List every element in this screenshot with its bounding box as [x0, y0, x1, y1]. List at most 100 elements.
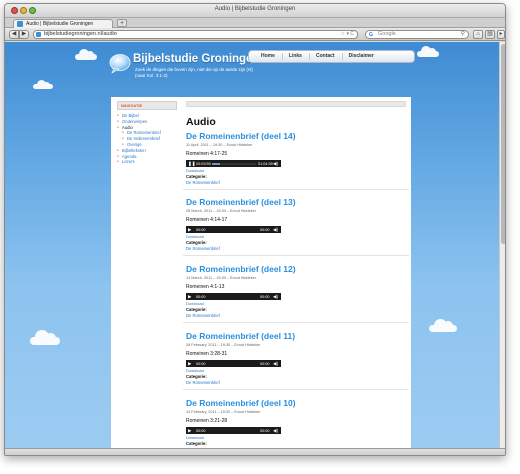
title-bar: Audio | Bijbelstudie Groningen: [5, 4, 505, 18]
google-icon: G: [369, 32, 373, 38]
post-meta: 28 March, 2011 – 19:30 – Evout Hiddeker: [186, 209, 257, 213]
volume-icon[interactable]: ◀): [273, 428, 278, 434]
category-link[interactable]: De Romeinenbrief: [186, 380, 406, 385]
post-bible-reference: Romeinen 3:21-28: [186, 418, 228, 424]
top-navigation: Home Links Contact Disclaimer: [248, 50, 415, 63]
cloud-decoration: [30, 330, 60, 345]
player-progress-bar[interactable]: [212, 162, 256, 165]
download-link[interactable]: Download: [186, 168, 406, 173]
site-tagline: Zoek de dingen die boven zijn, niet die …: [135, 67, 253, 78]
player-duration: 00:00: [260, 428, 270, 433]
topnav-disclaimer[interactable]: Disclaimer: [343, 53, 381, 60]
post-meta: 14 March, 2011 – 19:30 – Evout Hiddeker: [186, 276, 257, 280]
category-link[interactable]: De Romeinenbrief: [186, 313, 406, 318]
tab-bar: Audio | Bijbelstudie Groningen +: [5, 18, 505, 28]
category-link[interactable]: De Romeinenbrief: [186, 180, 406, 185]
post-meta: 14 February, 2011 – 19:30 – Evout Hiddek…: [186, 410, 261, 414]
category-label: Categorie:: [186, 240, 207, 245]
sidebar-item-lezers[interactable]: Lezers: [117, 159, 177, 165]
topnav-home[interactable]: Home: [255, 53, 283, 60]
bookmarks-icon[interactable]: ▤: [485, 30, 495, 39]
player-duration: 00:00: [260, 227, 270, 232]
download-link[interactable]: Download: [186, 368, 406, 373]
audio-post: De Romeinenbrief (deel 14) 11 April, 201…: [186, 131, 406, 185]
post-title[interactable]: De Romeinenbrief (deel 13): [186, 197, 406, 207]
player-current-time: 00:00: [196, 428, 206, 433]
sidebar-heading: NAVIGATIE: [121, 103, 143, 108]
sidebar: NAVIGATIE De Bijbel Onderwerpen Audio De…: [117, 101, 177, 165]
player-current-time: 00:00: [196, 227, 206, 232]
address-bar-url: bijbelstudiegroningen.nl/audio: [44, 31, 117, 37]
audio-post: De Romeinenbrief (deel 10) 14 February, …: [186, 398, 406, 446]
site-title[interactable]: Bijbelstudie Groningen: [133, 53, 260, 65]
page-content-panel: NAVIGATIE De Bijbel Onderwerpen Audio De…: [111, 97, 411, 448]
audio-player: ▶ 00:00 00:00 ◀): [186, 427, 281, 434]
category-link[interactable]: De Romeinenbrief: [186, 246, 406, 251]
post-title[interactable]: De Romeinenbrief (deel 11): [186, 331, 406, 341]
back-button[interactable]: ◀: [9, 30, 19, 39]
category-label: Categorie:: [186, 307, 207, 312]
new-tab-button[interactable]: +: [117, 19, 127, 27]
status-bar: [5, 448, 505, 455]
post-divider: [183, 189, 409, 190]
post-meta: 11 April, 2011 – 19:30 – Evout Hiddeker: [186, 143, 253, 147]
post-bible-reference: Romeinen 4:14-17: [186, 217, 228, 223]
topnav-links[interactable]: Links: [283, 53, 310, 60]
player-current-time: 00:03:59: [196, 161, 211, 166]
main-content: Audio De Romeinenbrief (deel 14) 11 Apri…: [183, 101, 409, 446]
address-bar[interactable]: bijbelstudiegroningen.nl/audio ☆ ▾ C: [33, 30, 358, 39]
download-link[interactable]: Download: [186, 234, 406, 239]
player-duration: 01:04:39: [258, 161, 273, 166]
favicon-icon: [17, 21, 23, 27]
volume-icon[interactable]: ◀): [273, 361, 278, 367]
page-title: Audio: [186, 116, 216, 128]
cloud-decoration: [429, 319, 457, 332]
browser-toolbar: ◀ ▶ bijbelstudiegroningen.nl/audio ☆ ▾ C…: [5, 28, 505, 41]
audio-post: De Romeinenbrief (deel 12) 14 March, 201…: [186, 264, 406, 318]
play-icon[interactable]: ▶: [188, 227, 191, 232]
pause-icon[interactable]: ❚❚: [188, 161, 196, 166]
sidebar-heading-box: NAVIGATIE: [117, 101, 177, 110]
post-title[interactable]: De Romeinenbrief (deel 10): [186, 398, 406, 408]
audio-player: ▶ 00:00 00:00 ◀): [186, 226, 281, 233]
category-label: Categorie:: [186, 441, 207, 446]
play-icon[interactable]: ▶: [188, 361, 191, 366]
download-link[interactable]: Download: [186, 435, 406, 440]
play-icon[interactable]: ▶: [188, 294, 191, 299]
bookmark-reload-icons[interactable]: ☆ ▾ C: [341, 31, 354, 38]
topnav-contact[interactable]: Contact: [310, 53, 343, 60]
browser-window: Audio | Bijbelstudie Groningen Audio | B…: [4, 3, 506, 456]
play-icon[interactable]: ▶: [188, 428, 191, 433]
post-divider: [183, 322, 409, 323]
post-divider: [183, 389, 409, 390]
post-title[interactable]: De Romeinenbrief (deel 14): [186, 131, 406, 141]
tab-label: Audio | Bijbelstudie Groningen: [26, 21, 94, 27]
sidebar-nav-list: De Bijbel Onderwerpen Audio De Romeinenb…: [117, 113, 177, 165]
speech-bubble-logo-icon: [109, 54, 131, 74]
post-title[interactable]: De Romeinenbrief (deel 12): [186, 264, 406, 274]
forward-button[interactable]: ▶: [19, 30, 29, 39]
player-progress-fill: [212, 162, 220, 165]
vertical-scrollbar[interactable]: [499, 42, 505, 448]
audio-player: ▶ 00:00 00:00 ◀): [186, 293, 281, 300]
volume-icon[interactable]: ◀): [273, 161, 278, 167]
volume-icon[interactable]: ◀): [273, 227, 278, 233]
player-duration: 00:00: [260, 361, 270, 366]
post-bible-reference: Romeinen 4:17-25: [186, 151, 228, 157]
extension-icon[interactable]: ▸: [497, 30, 505, 39]
volume-icon[interactable]: ◀): [273, 294, 278, 300]
download-link[interactable]: Download: [186, 301, 406, 306]
url-favicon-icon: [36, 32, 41, 37]
post-meta: 28 February, 2011 – 19:30 – Evout Hiddek…: [186, 343, 261, 347]
post-divider: [183, 255, 409, 256]
home-icon[interactable]: ⌂: [473, 30, 483, 39]
post-bible-reference: Romeinen 3:28-31: [186, 351, 228, 357]
page-viewport: Bijbelstudie Groningen Zoek de dingen di…: [5, 42, 499, 448]
cloud-decoration: [75, 49, 97, 60]
category-label: Categorie:: [186, 174, 207, 179]
window-title: Audio | Bijbelstudie Groningen: [214, 6, 296, 12]
scrollbar-thumb[interactable]: [501, 44, 505, 244]
search-input[interactable]: G Google ⚲: [365, 30, 469, 39]
search-placeholder: Google: [378, 31, 396, 37]
tab-audio[interactable]: Audio | Bijbelstudie Groningen: [13, 19, 113, 28]
